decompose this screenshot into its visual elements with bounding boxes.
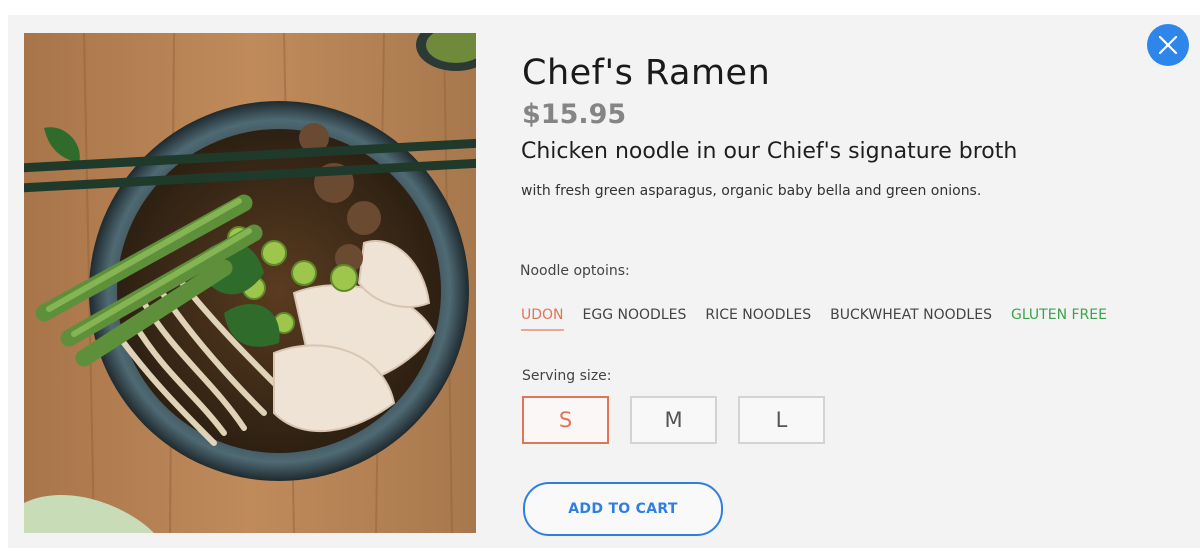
noodle-option-gluten-free[interactable]: GLUTEN FREE (1011, 307, 1107, 331)
noodle-option-buckwheat-noodles[interactable]: BUCKWHEAT NOODLES (830, 307, 992, 331)
serving-size-options: S M L (522, 396, 825, 444)
product-price: $15.95 (522, 99, 627, 130)
size-button-l[interactable]: L (738, 396, 825, 444)
noodle-option-egg-noodles[interactable]: EGG NOODLES (583, 307, 687, 331)
ramen-bowl-photo (24, 33, 476, 533)
noodle-option-rice-noodles[interactable]: RICE NOODLES (705, 307, 811, 331)
noodle-options-list: UDON EGG NOODLES RICE NOODLES BUCKWHEAT … (521, 307, 1107, 331)
product-title: Chef's Ramen (522, 53, 771, 93)
noodle-option-udon[interactable]: UDON (521, 307, 564, 331)
product-subtitle: Chicken noodle in our Chief's signature … (521, 139, 1018, 164)
serving-size-label: Serving size: (522, 368, 612, 384)
product-photo (24, 33, 476, 533)
product-modal: Chef's Ramen $15.95 Chicken noodle in ou… (8, 15, 1200, 548)
product-description: with fresh green asparagus, organic baby… (521, 183, 982, 199)
close-button[interactable] (1147, 24, 1189, 66)
close-icon (1158, 35, 1178, 55)
add-to-cart-button[interactable]: ADD TO CART (523, 482, 723, 536)
size-button-s[interactable]: S (522, 396, 609, 444)
noodle-options-label: Noodle optoins: (520, 263, 630, 279)
size-button-m[interactable]: M (630, 396, 717, 444)
